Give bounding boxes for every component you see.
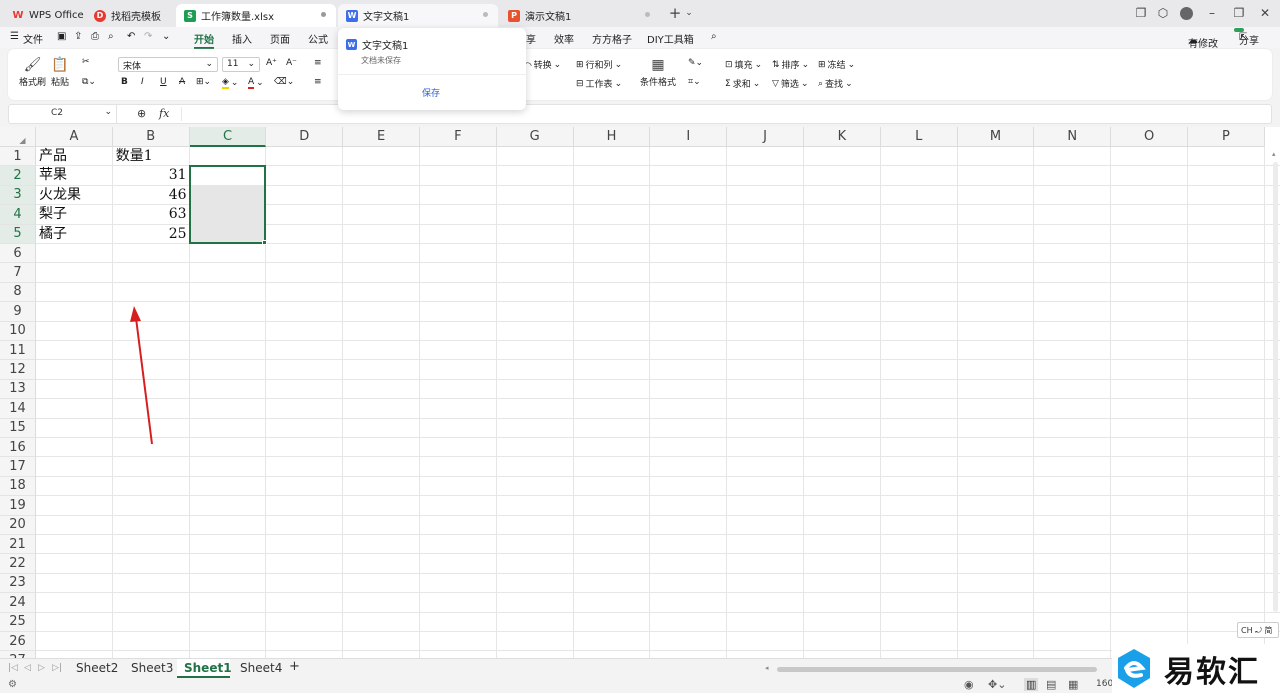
annotation-arrow	[130, 306, 153, 445]
